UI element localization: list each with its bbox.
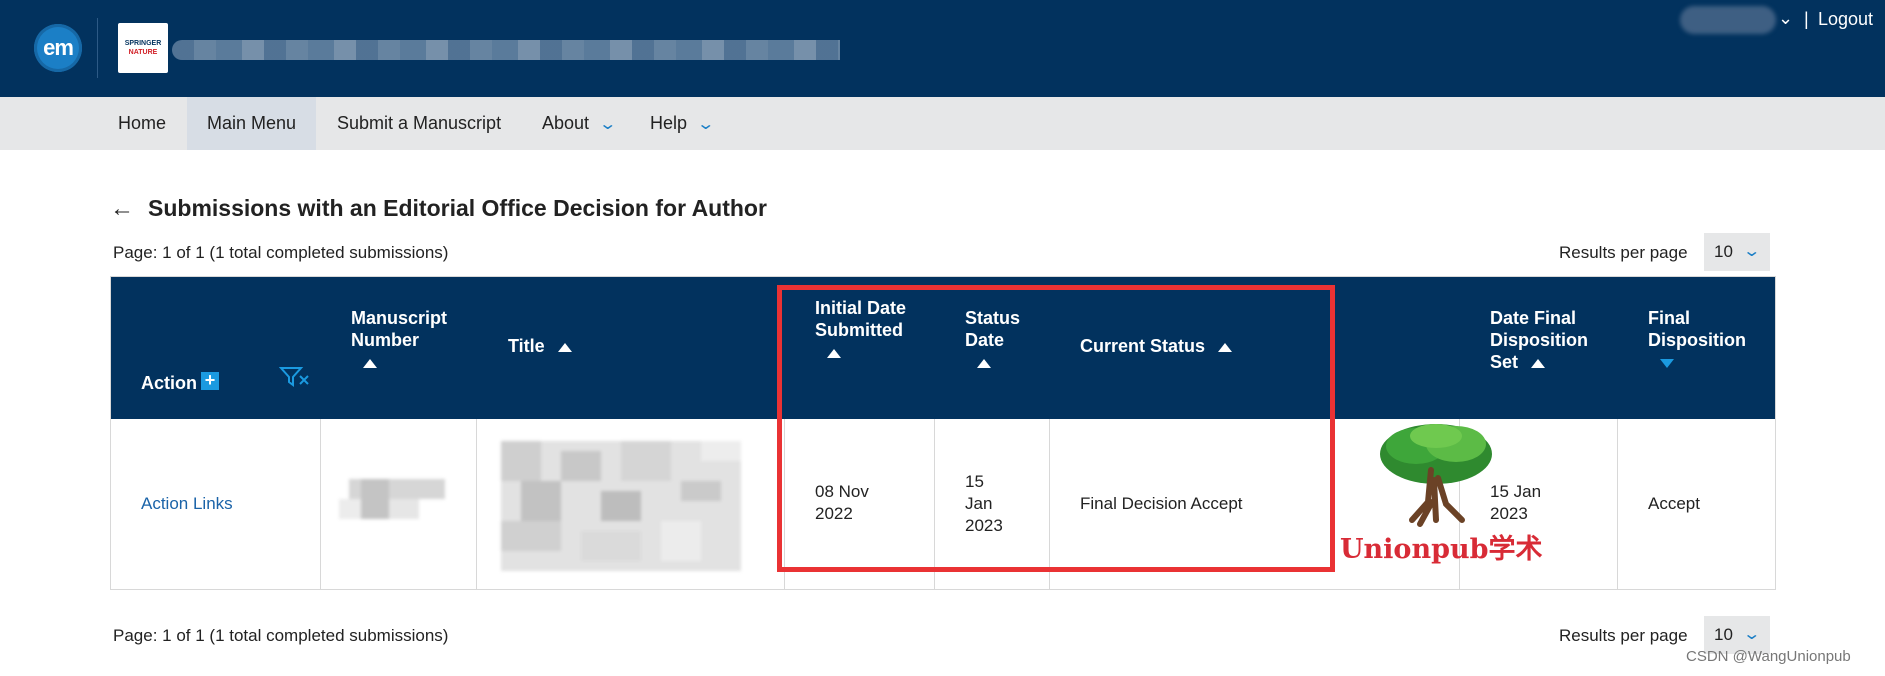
sort-ascending-icon[interactable] <box>1531 358 1546 368</box>
page-title: ← Submissions with an Editorial Office De… <box>110 195 767 223</box>
pager-bottom: Page: 1 of 1 (1 total completed submissi… <box>113 626 449 645</box>
cell-divider <box>1617 419 1618 589</box>
current-status: Final Decision Accept <box>1080 494 1243 513</box>
col-header-current-status-label: Current Status <box>1080 336 1206 356</box>
main-nav: Home Main Menu Submit a Manuscript About… <box>0 97 1885 150</box>
col-header-manuscript-label: Manuscript Number <box>351 308 448 350</box>
results-per-page-label-bottom: Results per page <box>1559 626 1688 645</box>
col-header-final-disposition[interactable]: Final Disposition <box>1648 307 1758 373</box>
col-header-title[interactable]: Title <box>508 335 572 357</box>
cell-divider <box>934 419 935 589</box>
redacted-user-name[interactable] <box>1680 6 1776 34</box>
logo-line-2: NATURE <box>128 49 158 56</box>
sort-ascending-icon[interactable] <box>977 358 991 368</box>
sort-ascending-icon[interactable] <box>557 342 572 352</box>
cell-divider <box>1049 419 1050 589</box>
col-header-initial-date-label: Initial Date Submitted <box>815 298 907 340</box>
col-header-action[interactable]: Action + <box>141 371 219 394</box>
logout-link[interactable]: Logout <box>1818 9 1873 30</box>
nav-home-label: Home <box>118 113 167 133</box>
nav-main-menu[interactable]: Main Menu <box>187 97 317 150</box>
back-arrow-icon[interactable]: ← <box>110 195 134 223</box>
status-date: 15 Jan 2023 <box>965 472 1003 535</box>
table-header: Action + Manuscript Number Title Initial … <box>111 277 1775 419</box>
clear-filter-icon[interactable] <box>279 365 311 389</box>
cell-divider <box>320 419 321 589</box>
chevron-down-icon: ⌄ <box>696 116 716 133</box>
results-per-page-value-bottom: 10 <box>1714 625 1733 644</box>
date-final-disposition-set: 15 Jan 2023 <box>1490 482 1542 523</box>
results-per-page-value: 10 <box>1714 242 1733 261</box>
cell-divider <box>476 419 477 589</box>
initial-date-submitted: 08 Nov 2022 <box>815 482 869 523</box>
chevron-down-icon: ⌄ <box>1741 243 1761 260</box>
em-logo[interactable]: em <box>34 24 82 72</box>
sort-ascending-icon[interactable] <box>827 348 841 358</box>
redacted-journal-name <box>172 40 840 60</box>
csdn-credit: CSDN @WangUnionpub <box>1686 648 1851 665</box>
nav-main-menu-label: Main Menu <box>207 113 297 133</box>
logo-divider <box>97 18 98 78</box>
header-separator: | <box>1804 9 1809 29</box>
nav-home[interactable]: Home <box>98 97 186 150</box>
nav-help[interactable]: Help ⌄ <box>630 97 732 150</box>
final-disposition: Accept <box>1648 494 1700 513</box>
sort-descending-icon[interactable] <box>1660 358 1674 368</box>
top-header: em SPRINGER NATURE ⌄ | Logout <box>0 0 1885 97</box>
col-header-manuscript-number[interactable]: Manuscript Number <box>351 307 471 373</box>
tree-watermark-icon <box>1380 424 1492 527</box>
nav-about-label: About <box>542 113 590 133</box>
page-title-text: Submissions with an Editorial Office Dec… <box>148 195 767 221</box>
col-header-title-label: Title <box>508 336 545 356</box>
sort-ascending-icon[interactable] <box>363 358 377 368</box>
redacted-manuscript-number <box>339 479 445 519</box>
nav-submit-manuscript[interactable]: Submit a Manuscript <box>317 97 521 150</box>
nav-about[interactable]: About ⌄ <box>522 97 634 150</box>
add-icon[interactable]: + <box>201 371 219 390</box>
redacted-title <box>501 441 741 571</box>
col-header-status-date[interactable]: Status Date <box>965 307 1035 373</box>
col-header-initial-date[interactable]: Initial Date Submitted <box>815 297 915 363</box>
sort-ascending-icon[interactable] <box>1218 342 1233 352</box>
nav-submit-label: Submit a Manuscript <box>337 113 502 133</box>
col-header-final-disposition-label: Final Disposition <box>1648 308 1746 350</box>
col-header-date-final-disposition[interactable]: Date Final Disposition Set <box>1490 307 1610 373</box>
logo-line-1: SPRINGER <box>124 40 162 47</box>
col-header-current-status[interactable]: Current Status <box>1080 335 1233 357</box>
springer-nature-logo: SPRINGER NATURE <box>118 23 168 73</box>
chevron-down-icon[interactable]: ⌄ <box>1778 8 1793 29</box>
nav-help-label: Help <box>650 113 688 133</box>
action-links[interactable]: Action Links <box>141 493 233 515</box>
col-header-action-label: Action <box>141 373 197 393</box>
watermark-text: Unionpub学术 <box>1340 534 1543 565</box>
results-per-page-select[interactable]: 10 ⌄ <box>1704 233 1770 271</box>
col-header-status-date-label: Status Date <box>965 308 1021 350</box>
chevron-down-icon: ⌄ <box>598 116 618 133</box>
results-per-page-label: Results per page <box>1559 243 1688 262</box>
cell-divider <box>784 419 785 589</box>
pager-top: Page: 1 of 1 (1 total completed submissi… <box>113 243 449 262</box>
